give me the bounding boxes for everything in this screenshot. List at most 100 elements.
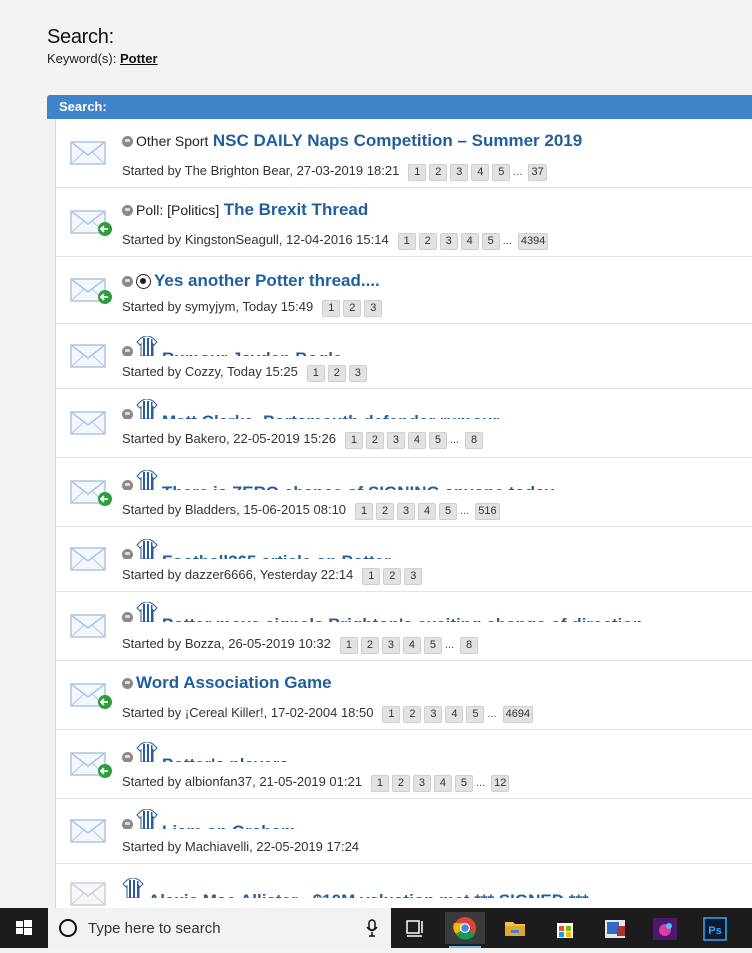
page-link[interactable]: 1 xyxy=(339,637,358,654)
started-by-text: Started by Cozzy, Today 15:25 xyxy=(122,364,298,379)
page-link[interactable]: 3 xyxy=(364,300,383,317)
page-link[interactable]: 1 xyxy=(355,503,374,520)
page-link[interactable]: 3 xyxy=(348,365,367,382)
page-link[interactable]: 1 xyxy=(397,233,416,250)
thread-title-link[interactable]: Potter's players xyxy=(162,755,289,762)
page-link[interactable]: 1 xyxy=(344,432,363,449)
page-link[interactable]: 2 xyxy=(403,706,422,723)
thread-title-link[interactable]: Potter move signals Brighton's exciting … xyxy=(162,615,643,622)
page-link[interactable]: 2 xyxy=(383,568,402,585)
thread-row[interactable]: Potter's players Started by albionfan37, … xyxy=(56,730,752,799)
page-link[interactable]: 2 xyxy=(429,164,448,181)
page-link[interactable]: 4 xyxy=(418,503,437,520)
page-link[interactable]: 3 xyxy=(450,164,469,181)
thread-row[interactable]: Matt Clarke. Portsmouth defender rumour S… xyxy=(56,389,752,458)
thread-row[interactable]: Rumour Jayden Bogle Started by Cozzy, Tod… xyxy=(56,324,752,389)
access-icon[interactable] xyxy=(595,912,635,944)
started-by-text: Started by ¡Cereal Killer!, 17-02-2004 1… xyxy=(122,705,374,720)
page-link[interactable]: 3 xyxy=(412,775,431,792)
thread-title-link[interactable]: Matt Clarke. Portsmouth defender rumour xyxy=(162,412,499,419)
page-link[interactable]: 3 xyxy=(397,503,416,520)
page-link[interactable]: 37 xyxy=(528,164,547,181)
page-link[interactable]: 4694 xyxy=(502,706,534,723)
page-link[interactable]: 8 xyxy=(460,637,479,654)
microphone-icon[interactable] xyxy=(366,919,378,937)
thread-row[interactable]: Potter move signals Brighton's exciting … xyxy=(56,592,752,661)
page-link[interactable]: 4394 xyxy=(517,233,549,250)
thread-row[interactable]: Other Sport NSC DAILY Naps Competition –… xyxy=(56,119,752,188)
thread-title-link[interactable]: There is ZERO chance of SIGNING anyone t… xyxy=(162,483,554,490)
page-link[interactable]: 4 xyxy=(402,637,421,654)
thread-row[interactable]: Football365 article on Potter Started by … xyxy=(56,527,752,592)
thread-row[interactable]: Word Association Game Started by ¡Cereal … xyxy=(56,661,752,730)
taskbar-search[interactable]: Type here to search xyxy=(48,908,391,948)
thread-row[interactable]: There is ZERO chance of SIGNING anyone t… xyxy=(56,458,752,527)
keyword-link[interactable]: Potter xyxy=(120,51,158,66)
page-link[interactable]: 2 xyxy=(391,775,410,792)
striped-shirt-icon xyxy=(136,539,158,559)
media-app-icon[interactable] xyxy=(645,912,685,944)
envelope-icon xyxy=(70,547,106,571)
new-posts-arrow-icon[interactable] xyxy=(98,290,112,304)
thread-title-link[interactable]: Football365 article on Potter xyxy=(162,552,391,559)
thread-title-link[interactable]: Word Association Game xyxy=(136,673,332,692)
page-link[interactable]: 5 xyxy=(423,637,442,654)
page-link[interactable]: 4 xyxy=(407,432,426,449)
thread-row[interactable]: Liam on Graham Started by Machiavelli, 22… xyxy=(56,799,752,864)
page-link[interactable]: 5 xyxy=(439,503,458,520)
page-ellipsis: ... xyxy=(460,505,470,517)
page-link[interactable]: 1 xyxy=(306,365,325,382)
page-link[interactable]: 3 xyxy=(386,432,405,449)
thread-title-link[interactable]: Yes another Potter thread.... xyxy=(154,271,380,290)
page-link[interactable]: 5 xyxy=(492,164,511,181)
thread-row[interactable]: Alexis Mac Allister - $10M valuation met… xyxy=(56,864,752,908)
thread-title-link[interactable]: Rumour Jayden Bogle xyxy=(162,349,342,356)
page-link[interactable]: 3 xyxy=(439,233,458,250)
store-icon[interactable] xyxy=(545,912,585,944)
page-link[interactable]: 2 xyxy=(365,432,384,449)
chrome-icon[interactable] xyxy=(445,912,485,948)
photoshop-icon[interactable]: Ps xyxy=(695,912,735,944)
page-link[interactable]: 5 xyxy=(466,706,485,723)
page-link[interactable]: 2 xyxy=(376,503,395,520)
new-posts-arrow-icon[interactable] xyxy=(98,492,112,506)
thread-title-link[interactable]: The Brexit Thread xyxy=(224,200,369,219)
page-link[interactable]: 12 xyxy=(491,775,510,792)
thread-title-link[interactable]: NSC DAILY Naps Competition – Summer 2019 xyxy=(213,131,582,150)
page-link[interactable]: 1 xyxy=(370,775,389,792)
thread-meta: Started by Bozza, 26-05-2019 10:32 1 2 3 4 5.… xyxy=(122,636,479,654)
page-link[interactable]: 2 xyxy=(418,233,437,250)
file-explorer-icon[interactable] xyxy=(495,912,535,944)
page-link[interactable]: 3 xyxy=(424,706,443,723)
thread-title-link[interactable]: Liam on Graham xyxy=(162,822,296,829)
page-link[interactable]: 5 xyxy=(428,432,447,449)
page-link[interactable]: 5 xyxy=(481,233,500,250)
page-link[interactable]: 4 xyxy=(460,233,479,250)
page-link[interactable]: 4 xyxy=(471,164,490,181)
thread-title-line: There is ZERO chance of SIGNING anyone t… xyxy=(122,470,554,490)
start-button[interactable] xyxy=(0,908,48,948)
thread-title-link[interactable]: Alexis Mac Allister - $10M valuation met… xyxy=(148,891,589,898)
page-link[interactable]: 1 xyxy=(382,706,401,723)
page-link[interactable]: 3 xyxy=(404,568,423,585)
page-link[interactable]: 1 xyxy=(362,568,381,585)
page-link[interactable]: 2 xyxy=(327,365,346,382)
search-input[interactable]: Type here to search xyxy=(88,920,221,937)
page-link[interactable]: 3 xyxy=(381,637,400,654)
new-posts-arrow-icon[interactable] xyxy=(98,764,112,778)
page-link[interactable]: 4 xyxy=(445,706,464,723)
task-view-icon[interactable] xyxy=(396,912,436,944)
page-link[interactable]: 1 xyxy=(322,300,341,317)
thread-meta: Started by Bladders, 15-06-2015 08:10 1 2 3… xyxy=(122,502,500,520)
page-link[interactable]: 2 xyxy=(343,300,362,317)
page-link[interactable]: 516 xyxy=(475,503,500,520)
thread-row[interactable]: Yes another Potter thread.... Started by … xyxy=(56,257,752,324)
page-link[interactable]: 1 xyxy=(408,164,427,181)
page-link[interactable]: 2 xyxy=(360,637,379,654)
thread-row[interactable]: Poll: [Politics] The Brexit Thread Starte… xyxy=(56,188,752,257)
page-link[interactable]: 8 xyxy=(465,432,484,449)
new-posts-arrow-icon[interactable] xyxy=(98,222,112,236)
page-link[interactable]: 4 xyxy=(433,775,452,792)
new-posts-arrow-icon[interactable] xyxy=(98,695,112,709)
page-link[interactable]: 5 xyxy=(454,775,473,792)
